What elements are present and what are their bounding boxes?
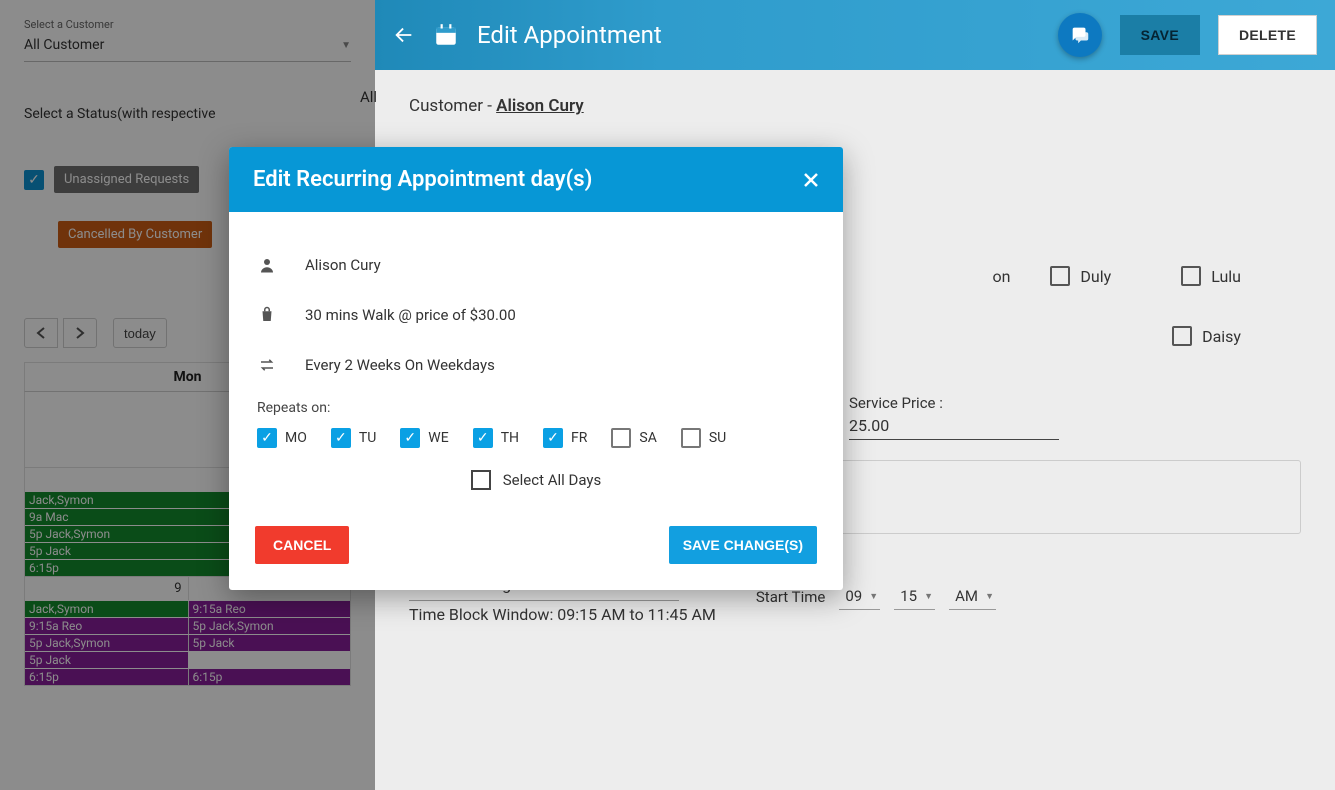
day-checkbox-su[interactable] — [681, 428, 701, 448]
repeat-icon — [257, 356, 277, 374]
modal-title: Edit Recurring Appointment day(s) — [253, 167, 592, 192]
select-all-checkbox[interactable] — [471, 470, 491, 490]
day-label: TH — [501, 430, 519, 446]
modal-service-text: 30 mins Walk @ price of $30.00 — [305, 306, 516, 324]
day-checkbox-sa[interactable] — [611, 428, 631, 448]
bag-icon — [257, 306, 277, 324]
close-icon — [803, 172, 819, 188]
day-th: ✓ TH — [473, 428, 519, 448]
day-checkbox-mo[interactable]: ✓ — [257, 428, 277, 448]
day-checkbox-fr[interactable]: ✓ — [543, 428, 563, 448]
day-label: SA — [639, 430, 656, 446]
day-label: SU — [709, 430, 726, 446]
close-button[interactable] — [803, 172, 819, 188]
day-mo: ✓ MO — [257, 428, 307, 448]
day-su: SU — [681, 428, 726, 448]
day-tu: ✓ TU — [331, 428, 376, 448]
day-checkbox-we[interactable]: ✓ — [400, 428, 420, 448]
select-all-label: Select All Days — [503, 471, 601, 489]
day-label: WE — [428, 430, 448, 446]
cancel-button[interactable]: CANCEL — [255, 526, 349, 564]
day-checkbox-tu[interactable]: ✓ — [331, 428, 351, 448]
day-label: TU — [359, 430, 376, 446]
modal-recurrence-text: Every 2 Weeks On Weekdays — [305, 356, 495, 374]
day-checkbox-th[interactable]: ✓ — [473, 428, 493, 448]
person-icon — [257, 256, 277, 274]
repeats-on-label: Repeats on: — [257, 400, 815, 416]
day-label: FR — [571, 430, 587, 446]
edit-recurring-modal: Edit Recurring Appointment day(s) Alison… — [229, 147, 843, 590]
modal-customer-name: Alison Cury — [305, 256, 381, 274]
day-sa: SA — [611, 428, 656, 448]
save-changes-button[interactable]: SAVE CHANGE(S) — [669, 526, 817, 564]
day-label: MO — [285, 430, 307, 446]
day-fr: ✓ FR — [543, 428, 587, 448]
day-we: ✓ WE — [400, 428, 448, 448]
